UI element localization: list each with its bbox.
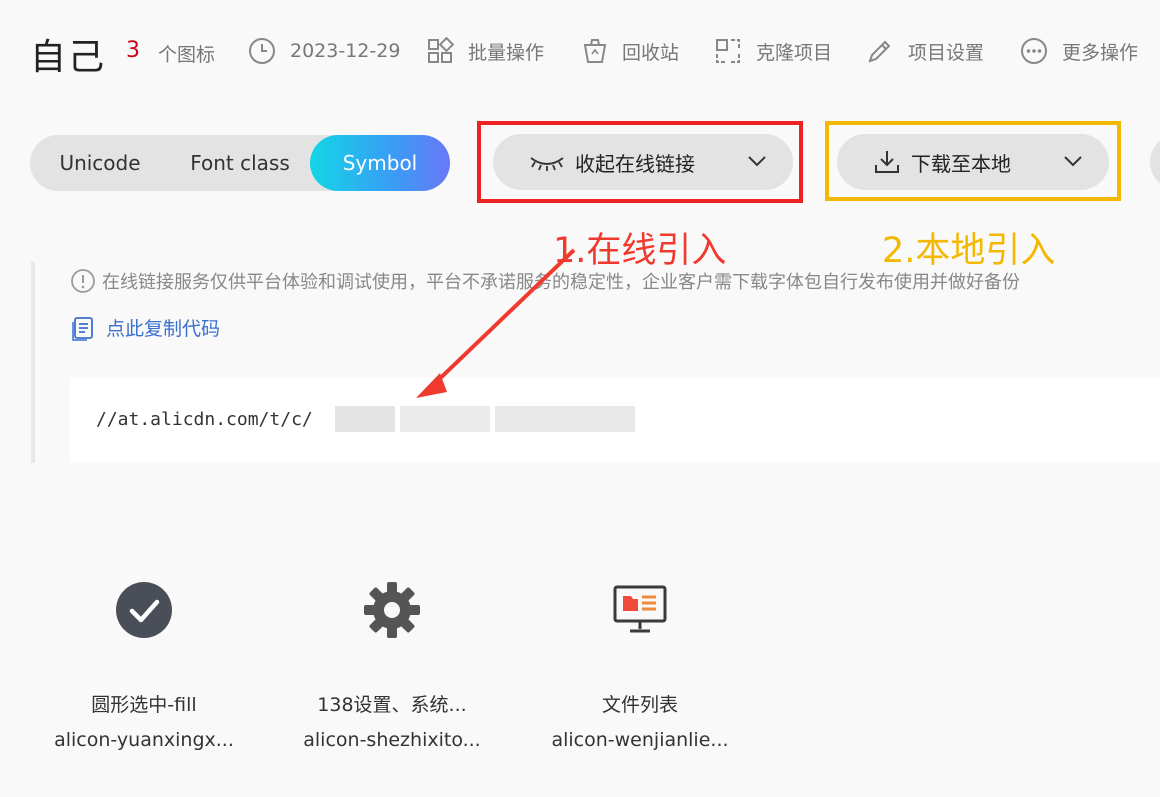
recycle-bin-icon bbox=[583, 39, 607, 63]
more-label: 更多操作 bbox=[1062, 41, 1139, 64]
clone-icon bbox=[716, 39, 740, 63]
annotation-box-local bbox=[825, 121, 1121, 201]
format-tabs: Unicode Font class Symbol bbox=[30, 135, 450, 191]
redacted-block bbox=[495, 406, 635, 432]
redacted-block bbox=[335, 406, 395, 432]
annotation-box-online bbox=[477, 121, 803, 203]
icon-name: 文件列表 bbox=[601, 694, 678, 716]
copy-code-link[interactable]: 点此复制代码 bbox=[70, 314, 220, 341]
settings-button[interactable]: 项目设置 bbox=[866, 36, 984, 66]
more-button[interactable]: 更多操作 bbox=[1020, 36, 1138, 66]
clone-button[interactable]: 克隆项目 bbox=[714, 36, 832, 66]
icon-class-name: alicon-shezhixito... bbox=[303, 729, 481, 751]
icon-class-name: alicon-yuanxingx... bbox=[54, 729, 234, 751]
tab-font-class[interactable]: Font class bbox=[170, 135, 310, 191]
project-title: 自己 bbox=[30, 37, 107, 78]
notice-message: 在线链接服务仅供平台体验和调试使用，平台不承诺服务的稳定性，企业客户需下载字体包… bbox=[102, 272, 1020, 293]
clone-label: 克隆项目 bbox=[756, 41, 833, 64]
icon-count-label: 个图标 bbox=[158, 44, 216, 66]
icon-class-name: alicon-wenjianlie... bbox=[551, 729, 729, 751]
recycle-label: 回收站 bbox=[622, 41, 680, 64]
more-dots-icon bbox=[1021, 38, 1047, 64]
panel-left-bar bbox=[31, 262, 35, 463]
icon-name: 138设置、系统... bbox=[317, 694, 467, 716]
icon-count: 3 bbox=[126, 38, 140, 63]
code-url: //at.alicdn.com/t/c/ bbox=[96, 409, 313, 430]
notice-text: 在线链接服务仅供平台体验和调试使用，平台不承诺服务的稳定性，企业客户需下载字体包… bbox=[70, 268, 1020, 294]
date-display: 2023-12-29 bbox=[248, 36, 400, 66]
code-block[interactable]: //at.alicdn.com/t/c/ bbox=[70, 378, 1160, 462]
icon-card[interactable]: 138设置、系统... alicon-shezhixito... bbox=[292, 570, 492, 751]
batch-label: 批量操作 bbox=[468, 41, 545, 64]
tab-symbol[interactable]: Symbol bbox=[310, 135, 450, 191]
icon-card[interactable]: 圆形选中-fill alicon-yuanxingx... bbox=[44, 570, 244, 751]
annotation-online-label: 1.在线引入 bbox=[553, 231, 727, 271]
grid-icon bbox=[428, 37, 454, 63]
copy-code-label: 点此复制代码 bbox=[106, 318, 221, 340]
recycle-button[interactable]: 回收站 bbox=[582, 36, 679, 66]
clock-icon bbox=[249, 38, 275, 64]
info-icon bbox=[71, 269, 95, 293]
check-circle-icon bbox=[116, 582, 172, 638]
date-text: 2023-12-29 bbox=[290, 40, 401, 62]
redacted-block bbox=[400, 406, 490, 432]
extra-action-button[interactable] bbox=[1150, 134, 1160, 190]
pencil-icon bbox=[868, 40, 891, 63]
settings-label: 项目设置 bbox=[908, 41, 985, 64]
batch-button[interactable]: 批量操作 bbox=[426, 36, 544, 66]
annotation-local-label: 2.本地引入 bbox=[882, 231, 1056, 271]
tab-unicode[interactable]: Unicode bbox=[30, 135, 170, 191]
icon-name: 圆形选中-fill bbox=[91, 694, 197, 716]
icon-card[interactable]: 文件列表 alicon-wenjianlie... bbox=[540, 570, 740, 751]
file-list-monitor-icon bbox=[613, 585, 667, 633]
gear-icon bbox=[364, 582, 420, 638]
document-icon bbox=[72, 316, 93, 341]
